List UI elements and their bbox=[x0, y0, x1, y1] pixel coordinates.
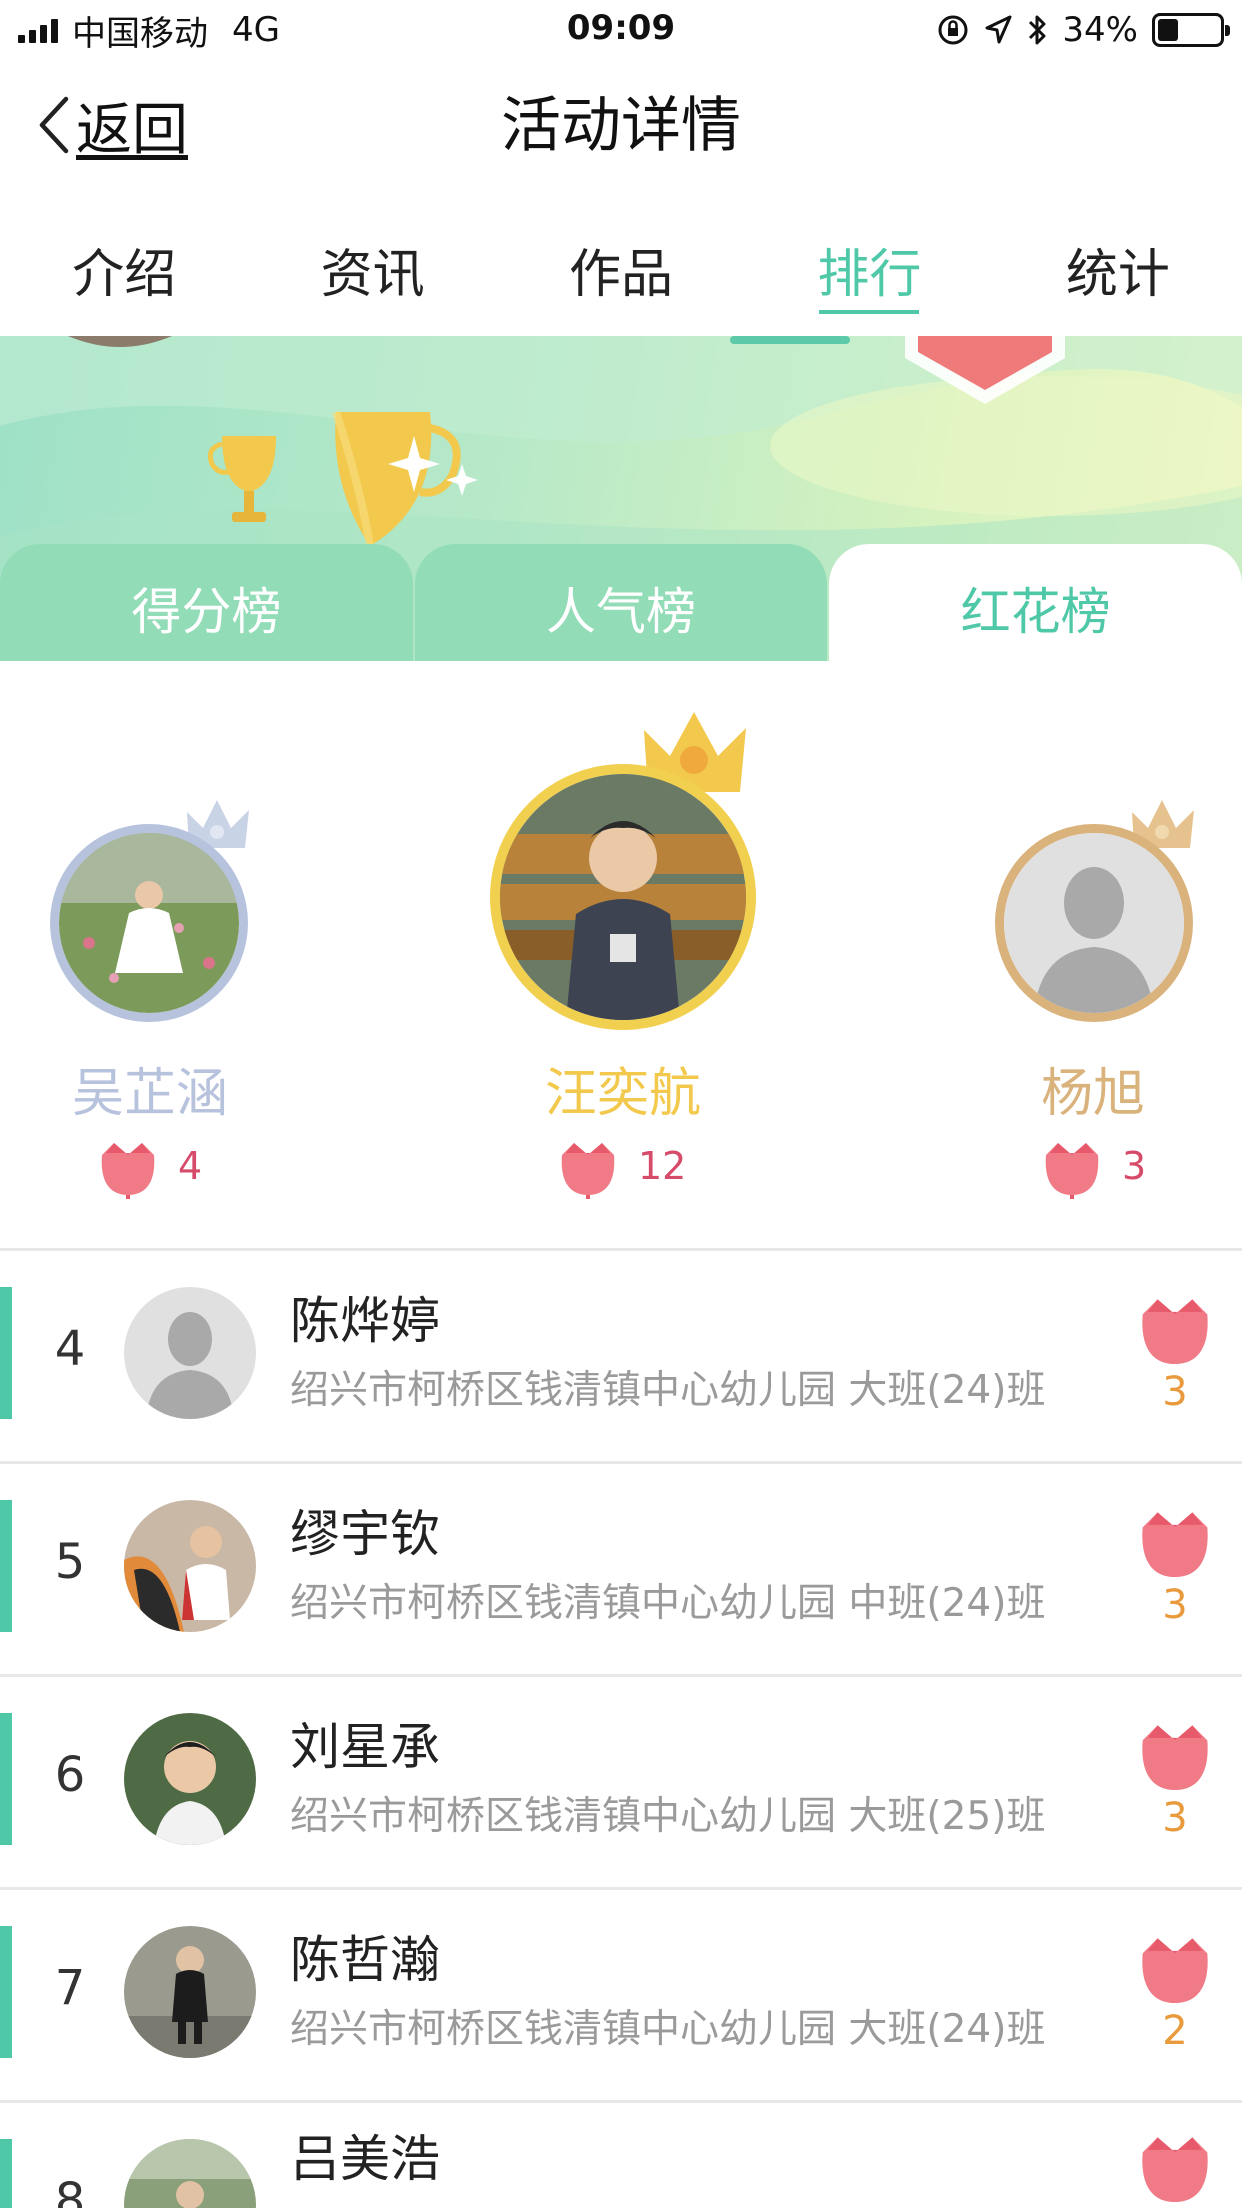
avatar bbox=[50, 824, 248, 1022]
battery-icon bbox=[1152, 13, 1230, 47]
flower-count: 2 bbox=[1162, 2008, 1188, 2054]
podium-score: 3 bbox=[1040, 1133, 1146, 1199]
avatar bbox=[490, 764, 756, 1030]
status-bar: 中国移动 4G 09:09 34% bbox=[0, 0, 1242, 60]
podium-name: 杨旭 bbox=[1040, 1064, 1145, 1124]
flower-count: 3 bbox=[1162, 1582, 1188, 1628]
avatar bbox=[124, 1926, 256, 2058]
rank-indicator bbox=[0, 1926, 12, 2058]
table-row[interactable]: 6 刘星承 绍兴市柯桥区钱清镇中心幼儿园 大班(25)班 3 bbox=[0, 1677, 1242, 1890]
podium-name: 汪奕航 bbox=[544, 1064, 701, 1124]
table-row[interactable]: 5 缪宇钦 绍兴市柯桥区钱清镇中心幼儿园 中班(24)班 3 bbox=[0, 1464, 1242, 1677]
main-tabs: 介绍 资讯 作品 排行 统计 bbox=[0, 210, 1242, 336]
flower-count: 3 bbox=[1162, 1795, 1188, 1841]
row-school: 绍兴市柯桥区钱清镇中心幼儿园 大班(25)班 bbox=[290, 1794, 1046, 1839]
tab-stats[interactable]: 统计 bbox=[994, 210, 1242, 336]
battery-percent: 34% bbox=[1062, 10, 1138, 50]
flower-icon bbox=[1142, 1512, 1208, 1578]
rank-number: 7 bbox=[54, 1960, 86, 2016]
default-avatar-icon bbox=[124, 1287, 256, 1419]
tab-intro[interactable]: 介绍 bbox=[0, 210, 248, 336]
bluetooth-icon bbox=[1029, 15, 1046, 45]
row-name: 刘星承 bbox=[290, 1718, 440, 1776]
table-row[interactable]: 7 陈哲瀚 绍兴市柯桥区钱清镇中心幼儿园 大班(24)班 2 bbox=[0, 1890, 1242, 2103]
rank-indicator bbox=[0, 1287, 12, 1419]
row-school: 绍兴市柯桥区钱清镇中心幼儿园 中班(24)班 bbox=[290, 1581, 1046, 1626]
small-trophy-icon bbox=[207, 436, 276, 522]
flower-count: 3 bbox=[1162, 1369, 1188, 1415]
row-name: 陈哲瀚 bbox=[290, 1931, 440, 1989]
row-name: 陈烨婷 bbox=[290, 1292, 440, 1350]
avatar bbox=[124, 2139, 256, 2208]
podium-score: 12 bbox=[556, 1133, 686, 1199]
rank-indicator bbox=[0, 1713, 12, 1845]
flower-icon bbox=[101, 1143, 155, 1199]
page-title: 活动详情 bbox=[501, 91, 741, 161]
avatar bbox=[124, 1287, 256, 1419]
podium-flower-count: 12 bbox=[638, 1144, 687, 1188]
rank-number: 8 bbox=[54, 2173, 86, 2208]
default-avatar-icon bbox=[1004, 833, 1184, 1013]
tab-news[interactable]: 资讯 bbox=[248, 210, 496, 336]
location-icon bbox=[985, 15, 1012, 44]
rank-indicator bbox=[0, 1500, 12, 1632]
podium-name: 吴芷涵 bbox=[71, 1064, 228, 1124]
tab-ranking[interactable]: 排行 bbox=[745, 210, 993, 336]
orientation-lock-icon bbox=[938, 15, 968, 45]
flower-icon bbox=[1142, 1725, 1208, 1791]
subtab-score[interactable]: 得分榜 bbox=[0, 544, 413, 661]
row-name: 缪宇钦 bbox=[290, 1505, 440, 1563]
flower-icon bbox=[1045, 1143, 1099, 1199]
podium-score: 4 bbox=[96, 1133, 202, 1199]
avatar bbox=[124, 1713, 256, 1845]
sub-tabs: 得分榜 人气榜 红花榜 bbox=[0, 544, 1242, 661]
subtab-redflower[interactable]: 红花榜 bbox=[829, 544, 1242, 661]
rank-number: 4 bbox=[54, 1321, 86, 1377]
row-school: 绍兴市柯桥区钱清镇中心幼儿园 大班(24)班 bbox=[290, 1368, 1046, 1413]
battery-fill bbox=[1158, 19, 1179, 41]
flower-icon bbox=[1142, 2137, 1208, 2203]
podium-flower-count: 3 bbox=[1122, 1144, 1147, 1188]
flower-icon bbox=[1142, 1299, 1208, 1365]
podium: 吴芷涵 4 汪奕航 12 杨旭 3 bbox=[0, 661, 1242, 1248]
podium-flower-count: 4 bbox=[178, 1144, 203, 1188]
nav-bar: 返回 活动详情 bbox=[0, 60, 1242, 190]
rank-indicator bbox=[0, 2139, 12, 2208]
avatar bbox=[124, 1500, 256, 1632]
rank-number: 5 bbox=[54, 1534, 86, 1590]
tab-works[interactable]: 作品 bbox=[497, 210, 745, 336]
flower-icon bbox=[1142, 1938, 1208, 2004]
table-row[interactable]: 8 吕美浩 bbox=[0, 2103, 1242, 2208]
status-right: 34% bbox=[936, 8, 1230, 52]
row-name: 吕美浩 bbox=[290, 2130, 440, 2188]
avatar bbox=[995, 824, 1193, 1022]
row-school: 绍兴市柯桥区钱清镇中心幼儿园 大班(24)班 bbox=[290, 2007, 1046, 2052]
table-row[interactable]: 4 陈烨婷 绍兴市柯桥区钱清镇中心幼儿园 大班(24)班 3 bbox=[0, 1251, 1242, 1464]
rank-number: 6 bbox=[54, 1747, 86, 1803]
flower-icon bbox=[561, 1143, 615, 1199]
subtab-popularity[interactable]: 人气榜 bbox=[414, 544, 828, 661]
